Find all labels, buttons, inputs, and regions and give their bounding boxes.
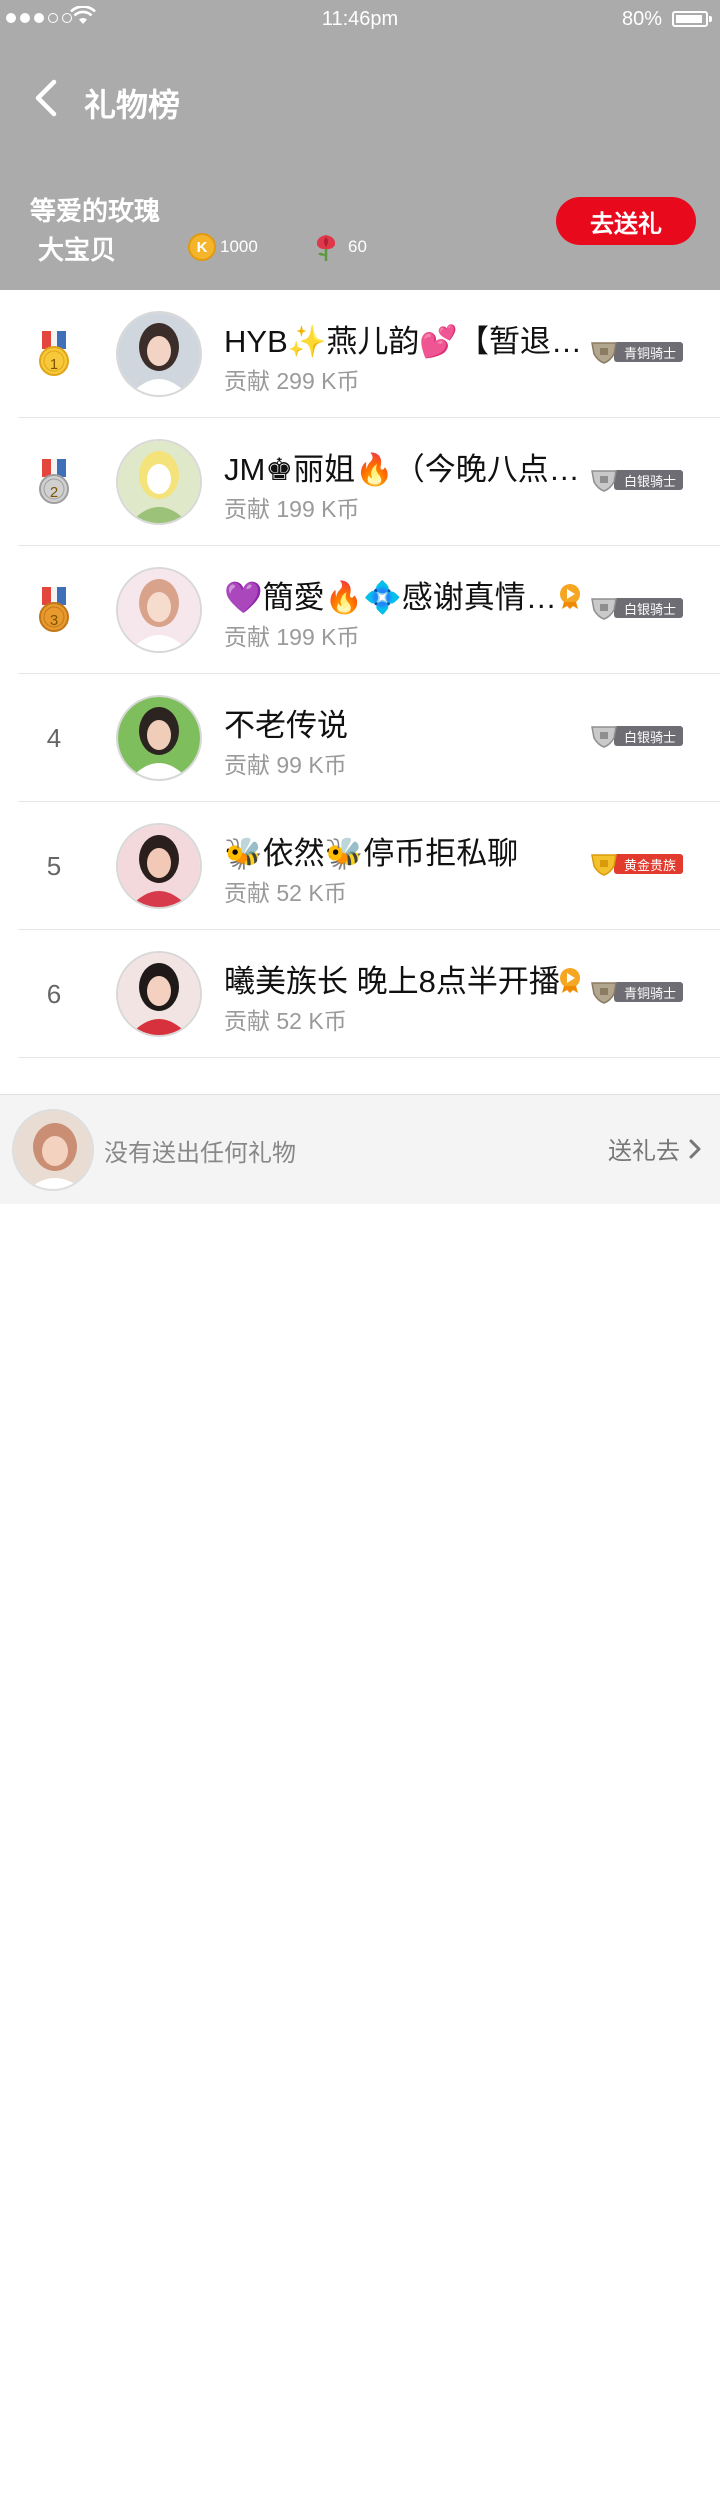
status-time: 11:46pm	[321, 8, 399, 30]
owner-subtitle: 大宝贝	[38, 235, 117, 265]
coin-icon: K	[188, 233, 216, 261]
shield-icon	[591, 342, 617, 364]
send-gift-button[interactable]: 去送礼	[556, 197, 696, 245]
rank-medal-icon: 1	[28, 326, 80, 382]
user-name[interactable]: JM♚丽姐🔥（今晚八点开播）	[224, 444, 584, 489]
ranking-row[interactable]: 1 HYB✨燕儿韵💕【暂退江湖】贡献 299 K币 青铜骑士	[0, 290, 720, 418]
contribution-text: 贡献 52 K币	[224, 1008, 347, 1034]
user-name[interactable]: 💜簡愛🔥💠感谢真情陪伴	[224, 572, 584, 617]
badge-label: 青铜骑士	[614, 982, 684, 1002]
user-avatar[interactable]	[116, 823, 202, 909]
ranking-row[interactable]: 5 🐝依然🐝停币拒私聊贡献 52 K币 黄金贵族	[0, 802, 720, 930]
user-avatar[interactable]	[116, 311, 202, 397]
go-send-gift-link[interactable]: 送礼去	[608, 1131, 702, 1166]
rank-number: 4	[46, 722, 62, 753]
user-name[interactable]: 不老传说	[224, 700, 584, 745]
user-avatar[interactable]	[116, 695, 202, 781]
shield-icon	[591, 854, 617, 876]
contribution-text: 贡献 199 K币	[224, 496, 360, 522]
coin-stat: K 1000	[188, 233, 258, 261]
badge-label: 白银骑士	[614, 726, 684, 746]
badge-label: 黄金贵族	[614, 854, 684, 874]
ranking-row[interactable]: 4 不老传说贡献 99 K币 白银骑士	[0, 674, 720, 802]
shield-icon	[591, 470, 617, 492]
rose-icon	[316, 235, 336, 261]
battery-percent: 80%	[621, 8, 662, 30]
rank-medal-icon: 3	[28, 582, 80, 638]
user-avatar[interactable]	[116, 439, 202, 525]
rank-number: 6	[46, 978, 62, 1009]
ranking-list: 1HYB✨燕儿韵💕【暂退江湖】贡献 299 K币青铜骑士2JM♚丽姐🔥（今晚八点…	[0, 290, 720, 1096]
header: 11:46pm 80% 礼物榜 等爱的玫瑰 大宝贝 K 1000 60 去送礼	[0, 0, 720, 290]
row-divider	[18, 1057, 720, 1058]
level-badge: 青铜骑士	[590, 980, 684, 1004]
level-badge: 青铜骑士	[590, 340, 684, 364]
user-avatar[interactable]	[116, 951, 202, 1037]
my-avatar	[12, 1109, 94, 1191]
level-badge: 白银骑士	[590, 724, 684, 748]
ranking-row[interactable]: 3 💜簡愛🔥💠感谢真情陪伴贡献 199 K币 白银骑士	[0, 546, 720, 674]
rose-stat: 60	[310, 231, 367, 263]
contribution-text: 贡献 52 K币	[224, 880, 347, 906]
user-name[interactable]: HYB✨燕儿韵💕【暂退江湖】	[224, 316, 584, 361]
status-bar: 11:46pm 80%	[0, 0, 720, 40]
shield-icon	[591, 726, 617, 748]
page-title: 礼物榜	[84, 87, 181, 123]
contribution-text: 贡献 99 K币	[224, 752, 347, 778]
level-badge: 白银骑士	[590, 468, 684, 492]
rose-count: 60	[348, 237, 367, 256]
live-indicator-icon	[558, 582, 582, 610]
battery-icon	[672, 11, 712, 27]
contribution-text: 贡献 199 K币	[224, 624, 360, 650]
go-send-gift-label: 送礼去	[608, 1138, 680, 1165]
user-name[interactable]: 🐝依然🐝停币拒私聊	[224, 828, 584, 873]
user-avatar[interactable]	[116, 567, 202, 653]
rank-cell: 4	[28, 710, 80, 766]
badge-label: 白银骑士	[614, 598, 684, 618]
level-badge: 白银骑士	[590, 596, 684, 620]
shield-icon	[591, 598, 617, 620]
badge-label: 白银骑士	[614, 470, 684, 490]
rank-medal-icon: 2	[28, 454, 80, 510]
user-name[interactable]: 曦美族长 晚上8点半开播	[224, 956, 584, 1001]
live-indicator-icon	[558, 966, 582, 994]
rank-number: 3	[49, 612, 59, 629]
ranking-row[interactable]: 2 JM♚丽姐🔥（今晚八点开播） 贡献 199 K币 白银骑士	[0, 418, 720, 546]
shield-icon	[591, 982, 617, 1004]
owner-name: 等爱的玫瑰	[30, 196, 161, 226]
badge-label: 青铜骑士	[614, 342, 684, 362]
coin-count: 1000	[220, 237, 258, 256]
rank-cell: 6	[28, 966, 80, 1022]
rank-number: 1	[49, 356, 59, 373]
level-badge: 黄金贵族	[590, 852, 684, 876]
back-button[interactable]	[28, 76, 68, 120]
no-gifts-text: 没有送出任何礼物	[104, 1140, 296, 1167]
contribution-text: 贡献 299 K币	[224, 368, 360, 394]
rank-number: 2	[49, 484, 59, 501]
rank-number: 5	[46, 850, 62, 881]
bottom-bar: 没有送出任何礼物 送礼去	[0, 1094, 720, 1204]
ranking-row[interactable]: 6 曦美族长 晚上8点半开播贡献 52 K币 青铜骑士	[0, 930, 720, 1058]
chevron-right-icon	[689, 1139, 701, 1158]
chevron-left-icon	[35, 79, 57, 117]
rank-cell: 5	[28, 838, 80, 894]
